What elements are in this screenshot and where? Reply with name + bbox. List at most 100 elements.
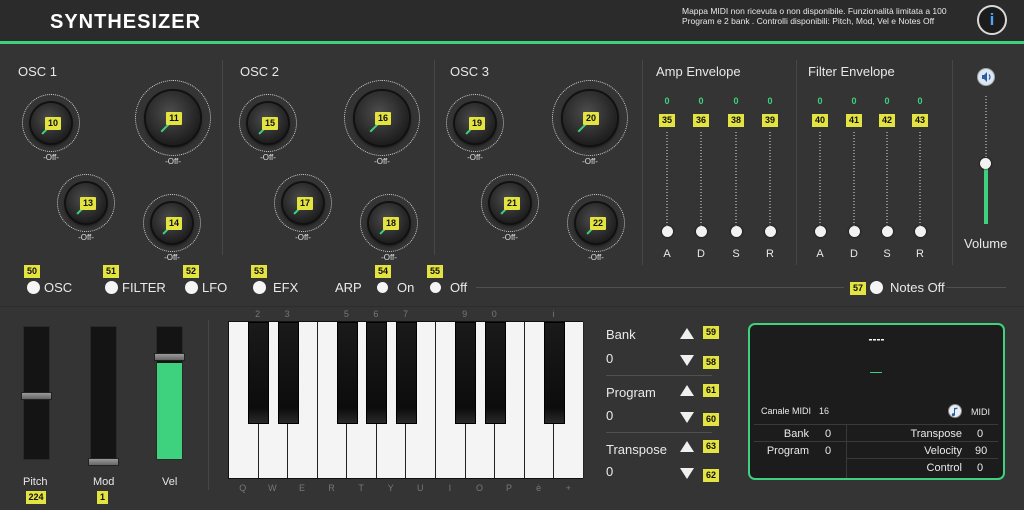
filter-sustain-slider[interactable] [882,226,893,237]
black-key[interactable] [396,322,417,424]
pitch-value: 224 [26,491,46,504]
osc3-knob-19[interactable]: 19 [446,94,504,152]
efx-toggle[interactable] [253,281,266,294]
osc-cc-badge: 50 [24,265,40,278]
midi-program-value: 0 [825,445,832,457]
mod-wheel[interactable] [90,326,117,460]
vel-label: Vel [162,476,178,488]
filter-attack-value: 0 [817,96,823,106]
amp-attack-slider[interactable] [662,226,673,237]
divider [642,60,643,265]
black-key[interactable] [543,322,565,424]
filter-release-slider[interactable] [915,226,926,237]
knob-off-label: -Off- [164,253,180,262]
arp-on-cc-badge: 54 [375,265,391,278]
amp-sustain-slider[interactable] [731,226,742,237]
key-label-bottom: U [417,483,424,493]
key-label-bottom: è [536,483,542,493]
black-key[interactable] [277,322,299,424]
divider [222,60,223,255]
osc1-knob-13[interactable]: 13 [57,174,115,232]
black-key[interactable] [455,322,477,424]
transpose-down-button[interactable] [680,468,694,479]
filter-decay-track [853,132,855,228]
osc1-knob-10[interactable]: 10 [22,94,80,152]
lfo-toggle[interactable] [185,281,198,294]
knob-off-label: -Off- [260,153,276,162]
mod-wheel-handle[interactable] [88,458,119,466]
midi-label: MIDI [971,407,990,417]
arp-label: ARP [335,280,362,295]
osc2-knob-18[interactable]: 18 [360,194,418,252]
transpose-value: 0 [606,464,614,479]
bank-value: 0 [606,351,614,366]
key-label-bottom: Y [387,483,394,493]
osc3-knob-21[interactable]: 21 [481,174,539,232]
osc-toggle[interactable] [27,281,40,294]
midi-display: ---- [868,332,885,346]
black-key[interactable] [366,322,388,424]
amp-attack-value: 0 [664,96,670,106]
black-key[interactable] [484,322,506,424]
transpose-up-button[interactable] [680,441,694,452]
notes-off-toggle[interactable] [870,281,883,294]
separator [606,375,712,376]
black-key[interactable] [336,322,358,424]
amp-release-track [769,132,771,228]
midi-row-line [754,424,998,425]
midi-column-line [846,424,847,478]
filter-attack-cc: 40 [812,114,828,127]
key-label-bottom: P [506,483,513,493]
osc3-knob-22[interactable]: 22 [567,194,625,252]
osc1-title: OSC 1 [18,64,58,79]
key-label-top: 0 [491,309,497,319]
separator [606,432,712,433]
piano-keyboard[interactable] [228,321,584,479]
bank-down-cc: 58 [703,356,719,369]
arp-off-toggle[interactable] [430,282,441,293]
amp-attack-cc: 35 [659,114,675,127]
knob-off-label: -Off- [295,233,311,242]
info-button[interactable]: i [977,5,1007,35]
amp-decay-cc: 36 [693,114,709,127]
divider [796,60,797,265]
filter-toggle[interactable] [105,281,118,294]
transpose-down-cc: 62 [703,469,719,482]
program-up-button[interactable] [680,385,694,396]
osc1-knob-14[interactable]: 14 [143,194,201,252]
info-icon: i [989,10,995,29]
amp-release-slider[interactable] [765,226,776,237]
app-title: SYNTHESIZER [50,11,202,33]
separator-line [946,287,1006,288]
bank-down-button[interactable] [680,355,694,366]
arp-on-toggle[interactable] [377,282,388,293]
arp-off-label: Off [450,280,468,295]
osc3-knob-20[interactable]: 20 [552,80,628,156]
volume-slider[interactable] [980,157,991,169]
midi-bank-value: 0 [825,428,832,440]
osc2-knob-17[interactable]: 17 [274,174,332,232]
midi-control-value: 0 [977,462,984,474]
filter-release-track [919,132,921,228]
pitch-wheel-handle[interactable] [21,392,52,400]
black-key[interactable] [248,322,270,424]
amp-release-label: R [766,248,774,260]
program-down-button[interactable] [680,412,694,423]
amp-decay-slider[interactable] [696,226,707,237]
transpose-label: Transpose [606,442,667,457]
osc2-knob-16[interactable]: 16 [344,80,420,156]
key-label-bottom: T [358,483,364,493]
filter-decay-slider[interactable] [849,226,860,237]
velocity-wheel-handle[interactable] [154,352,185,361]
panel-divider [0,306,1024,307]
speaker-icon[interactable] [977,68,995,86]
filter-attack-slider[interactable] [815,226,826,237]
pitch-label: Pitch [23,476,48,488]
midi-control-label: Control [926,462,962,474]
osc2-knob-15[interactable]: 15 [239,94,297,152]
filter-release-cc: 43 [912,114,928,127]
bank-up-button[interactable] [680,328,694,339]
midi-velocity-value: 90 [975,445,988,457]
osc1-knob-11[interactable]: 11 [135,80,211,156]
key-label-bottom: Q [239,483,247,493]
